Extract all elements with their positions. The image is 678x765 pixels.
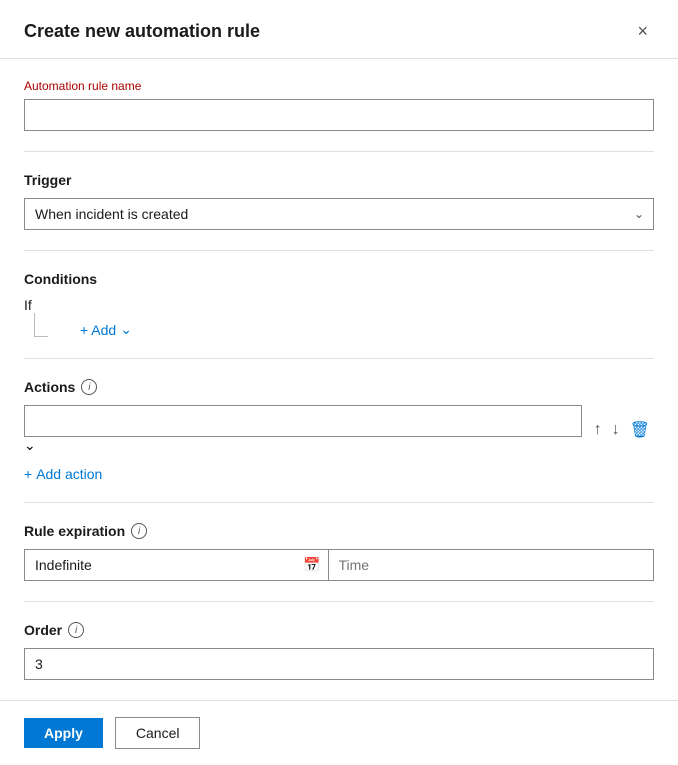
move-up-icon: ↑	[594, 421, 602, 439]
rule-expiration-info-icon: i	[131, 523, 147, 539]
order-label: Order	[24, 622, 62, 638]
actions-select[interactable]	[24, 405, 582, 437]
actions-delete-button[interactable]: 🗑	[626, 416, 654, 444]
add-action-plus-icon: +	[24, 466, 32, 482]
dialog-title: Create new automation rule	[24, 21, 260, 42]
delete-icon: 🗑	[630, 420, 650, 440]
order-section: Order i	[24, 602, 654, 700]
add-action-button[interactable]: + Add action	[24, 466, 102, 482]
add-condition-container: + Add ⌄	[56, 321, 132, 338]
automation-rule-name-section: Automation rule name	[24, 59, 654, 152]
tree-connector	[34, 313, 48, 337]
dialog-footer: Apply Cancel	[0, 700, 678, 765]
trigger-label: Trigger	[24, 172, 654, 188]
apply-button[interactable]: Apply	[24, 718, 103, 748]
actions-move-up-button[interactable]: ↑	[590, 417, 606, 443]
conditions-label: Conditions	[24, 271, 654, 287]
add-condition-chevron-icon: ⌄	[120, 321, 132, 338]
rule-expiration-section: Rule expiration i 📅	[24, 503, 654, 602]
add-condition-button[interactable]: + Add ⌄	[80, 321, 132, 338]
actions-label-row: Actions i	[24, 379, 654, 395]
rule-expiration-label-row: Rule expiration i	[24, 523, 654, 539]
if-label: If	[24, 297, 654, 313]
actions-select-wrapper: ⌄	[24, 405, 582, 454]
move-down-icon: ↓	[612, 421, 620, 439]
actions-icons-group: ↑ ↓ 🗑	[590, 416, 654, 444]
trigger-select[interactable]: When incident is created When incident i…	[24, 198, 654, 230]
condition-tree-line: + Add ⌄	[24, 317, 654, 338]
add-condition-label: + Add	[80, 322, 116, 338]
trigger-section: Trigger When incident is created When in…	[24, 152, 654, 251]
automation-rule-name-label: Automation rule name	[24, 79, 654, 93]
add-action-label: Add action	[36, 466, 102, 482]
dialog-body: Automation rule name Trigger When incide…	[0, 59, 678, 700]
actions-label: Actions	[24, 379, 75, 395]
expiration-date-wrapper: 📅	[24, 549, 329, 581]
create-automation-rule-dialog: Create new automation rule × Automation …	[0, 0, 678, 765]
order-label-row: Order i	[24, 622, 654, 638]
cancel-button[interactable]: Cancel	[115, 717, 201, 749]
close-button[interactable]: ×	[631, 20, 654, 42]
actions-info-icon: i	[81, 379, 97, 395]
trigger-select-wrapper: When incident is created When incident i…	[24, 198, 654, 230]
expiration-date-input[interactable]	[24, 549, 329, 581]
expiration-time-input[interactable]	[329, 549, 655, 581]
actions-move-down-button[interactable]: ↓	[608, 417, 624, 443]
expiration-row: 📅	[24, 549, 654, 581]
rule-expiration-label: Rule expiration	[24, 523, 125, 539]
automation-rule-name-input[interactable]	[24, 99, 654, 131]
conditions-section: Conditions If + Add ⌄	[24, 251, 654, 359]
order-input[interactable]	[24, 648, 654, 680]
actions-row: ⌄ ↑ ↓ 🗑	[24, 405, 654, 454]
actions-section: Actions i ⌄ ↑ ↓	[24, 359, 654, 503]
order-info-icon: i	[68, 622, 84, 638]
actions-chevron-icon: ⌄	[24, 437, 36, 453]
dialog-header: Create new automation rule ×	[0, 0, 678, 59]
